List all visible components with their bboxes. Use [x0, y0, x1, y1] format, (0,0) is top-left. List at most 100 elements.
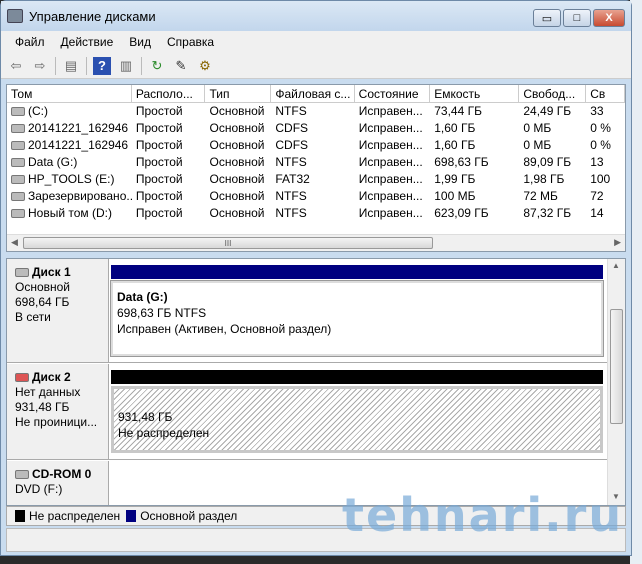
forward-arrow-icon[interactable]: ⇨ [31, 57, 49, 75]
disk-icon [15, 268, 29, 278]
vertical-scrollbar[interactable]: ▲ ▼ [607, 259, 625, 505]
table-cell: Простой [132, 188, 206, 205]
back-arrow-icon[interactable]: ⇦ [7, 57, 25, 75]
table-cell: 73,44 ГБ [430, 103, 519, 120]
cell-text: Исправен... [358, 104, 423, 118]
column-header-free[interactable]: Свобод... [519, 85, 587, 102]
partition-name: Data (G:) [117, 290, 168, 304]
table-row[interactable]: (C:) Простой Основной NTFS Исправен... 73,44 … [7, 103, 625, 120]
close-button[interactable]: X [593, 9, 625, 27]
cell-text: CDFS [275, 121, 309, 135]
disk-size: 698,64 ГБ [15, 295, 70, 309]
scroll-up-icon[interactable]: ▲ [612, 261, 620, 270]
legend-swatch-primary [126, 510, 137, 522]
disk-name: Диск 2 [32, 370, 71, 384]
table-row[interactable]: Зарезервировано... Простой Основной NTFS Исп… [7, 188, 625, 205]
cell-text: Основной [209, 189, 265, 203]
cell-text: Простой [135, 121, 183, 135]
disk-management-icon [7, 9, 23, 23]
disk-uninitialized-icon [15, 373, 29, 383]
table-row[interactable]: Новый том (D:) Простой Основной NTFS Исправе… [7, 205, 625, 222]
partition-status: Не распределен [118, 426, 210, 440]
disk-1-row[interactable]: Диск 1 Основной 698,64 ГБ В сети Data (G… [7, 259, 607, 363]
drive-icon [11, 175, 25, 185]
show-hide-console-tree-icon[interactable]: ▤ [62, 57, 80, 75]
maximize-button[interactable]: □ [563, 9, 591, 27]
table-cell: Простой [132, 120, 206, 137]
table-cell: 72 МБ [519, 188, 586, 205]
table-row[interactable]: HP_TOOLS (E:) Простой Основной FAT32 Исправе… [7, 171, 625, 188]
cell-text: 24,49 ГБ [523, 104, 572, 118]
table-cell: 1,60 ГБ [430, 120, 519, 137]
scrollbar-thumb[interactable] [610, 309, 623, 424]
menu-action[interactable]: Действие [53, 35, 122, 49]
disk-type: Основной [15, 280, 71, 294]
cd-drive-icon [11, 141, 25, 151]
column-header-capacity[interactable]: Емкость [430, 85, 520, 102]
disk-2-label[interactable]: Диск 2 Нет данных 931,48 ГБ Не проиници.… [7, 364, 109, 459]
cell-text: Основной [209, 155, 265, 169]
table-cell: 623,09 ГБ [430, 205, 519, 222]
column-header-status[interactable]: Состояние [355, 85, 431, 102]
table-cell: 0 % [586, 137, 625, 154]
unallocated-space[interactable]: 931,48 ГБ Не распределен [111, 370, 603, 453]
partition-data-g[interactable]: Data (G:) 698,63 ГБ NTFS Исправен (Актив… [110, 265, 604, 357]
cell-text: 1,98 ГБ [523, 172, 565, 186]
cell-text: 33 [590, 104, 604, 118]
cell-text: CDFS [275, 138, 309, 152]
table-cell: Исправен... [355, 120, 431, 137]
table-cell: FAT32 [271, 171, 354, 188]
cell-text: Исправен... [358, 189, 423, 203]
table-row[interactable]: 20141221_162946 (I:)Простой Основной CDFS И… [7, 137, 625, 154]
cell-text: (C:) [28, 104, 48, 118]
column-header-layout[interactable]: Располо... [132, 85, 206, 102]
disk-2-row[interactable]: Диск 2 Нет данных 931,48 ГБ Не проиници.… [7, 364, 607, 460]
cell-text: NTFS [275, 155, 307, 169]
cell-text: 89,09 ГБ [523, 155, 572, 169]
drive-icon [11, 192, 25, 202]
column-header-type[interactable]: Тип [205, 85, 272, 102]
disk-status: В сети [15, 310, 51, 324]
scrollbar-thumb[interactable]: III [23, 237, 433, 249]
column-header-volume[interactable]: Том [7, 85, 132, 102]
scroll-left-icon[interactable]: ◀ [11, 237, 18, 248]
cell-text: 698,63 ГБ [434, 155, 489, 169]
cell-text: Исправен... [358, 206, 423, 220]
window-title: Управление дисками [29, 8, 156, 24]
refresh-icon[interactable]: ↻ [148, 57, 166, 75]
table-cell: CDFS [271, 120, 354, 137]
menu-file[interactable]: Файл [7, 35, 53, 49]
table-cell: Исправен... [355, 103, 431, 120]
cell-text: 0 МБ [523, 121, 552, 135]
table-cell: Основной [206, 120, 272, 137]
title-bar: Управление дисками ▭ □ X [1, 1, 631, 31]
column-header-filesystem[interactable]: Файловая с... [271, 85, 355, 102]
scroll-right-icon[interactable]: ▶ [614, 237, 621, 248]
properties-icon[interactable]: ✎ [172, 57, 190, 75]
unallocated-bar [111, 370, 603, 384]
cell-text: 623,09 ГБ [434, 206, 489, 220]
table-cell: NTFS [271, 188, 354, 205]
menu-help[interactable]: Справка [159, 35, 222, 49]
help-icon[interactable]: ? [93, 56, 111, 75]
settings-icon[interactable]: ⚙ [196, 57, 214, 75]
table-cell: Основной [206, 137, 272, 154]
table-row[interactable]: 20141221_162946 (...Простой Основной CDFS И… [7, 120, 625, 137]
table-row[interactable]: Data (G:) Простой Основной NTFS Исправен... 6… [7, 154, 625, 171]
list-header: Том Располо... Тип Файловая с... Состоян… [7, 85, 625, 103]
cdrom-0-label[interactable]: CD-ROM 0 DVD (F:) [7, 461, 109, 505]
table-cell: 0 МБ [519, 137, 586, 154]
show-action-pane-icon[interactable]: ▥ [117, 57, 135, 75]
cell-text: Основной [209, 121, 265, 135]
horizontal-scrollbar[interactable]: ◀ III ▶ [7, 234, 625, 251]
cell-text: 0 % [590, 121, 611, 135]
table-cell: Простой [132, 154, 206, 171]
menu-view[interactable]: Вид [121, 35, 159, 49]
minimize-button[interactable]: ▭ [533, 9, 561, 27]
cell-text: Основной [209, 172, 265, 186]
column-header-free-percent[interactable]: Св [586, 85, 625, 102]
table-cell: 20141221_162946 (I:) [7, 137, 132, 154]
disk-type: Нет данных [15, 385, 81, 399]
disk-1-label[interactable]: Диск 1 Основной 698,64 ГБ В сети [7, 259, 109, 362]
table-cell: 0 % [586, 120, 625, 137]
